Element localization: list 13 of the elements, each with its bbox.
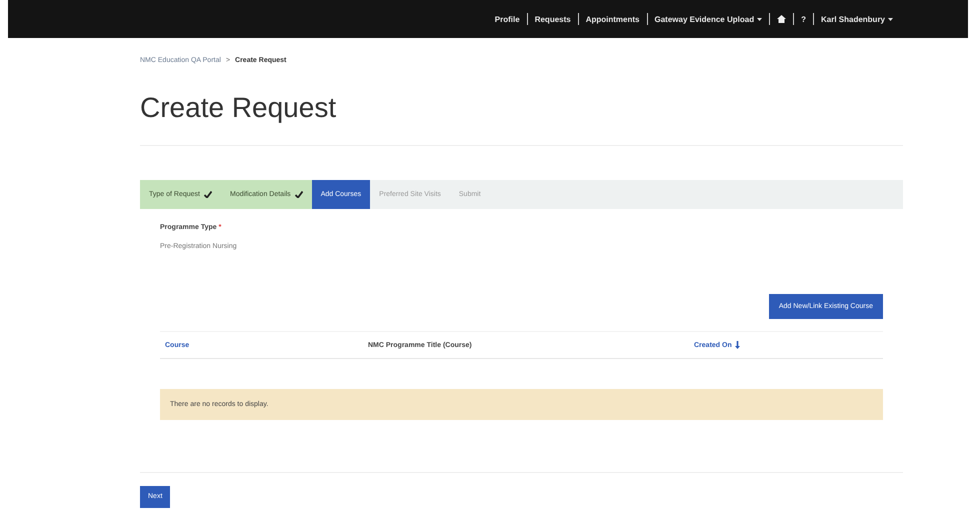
home-icon <box>777 15 786 23</box>
nav-link[interactable]: Appointments <box>578 14 646 24</box>
nav-link[interactable]: Requests <box>528 14 578 24</box>
check-icon <box>204 191 212 198</box>
check-icon <box>294 191 303 198</box>
caret-icon <box>888 18 893 20</box>
nav-link[interactable]: Gateway Evidence Upload <box>648 14 770 24</box>
nav-link[interactable]: ? <box>794 14 813 24</box>
nav-link[interactable]: Karl Shadenbury <box>814 14 900 24</box>
sort-down-icon <box>734 341 740 349</box>
page-title: Create Request <box>140 92 338 125</box>
nav-link[interactable]: Profile <box>488 14 527 24</box>
caret-icon <box>757 18 762 20</box>
